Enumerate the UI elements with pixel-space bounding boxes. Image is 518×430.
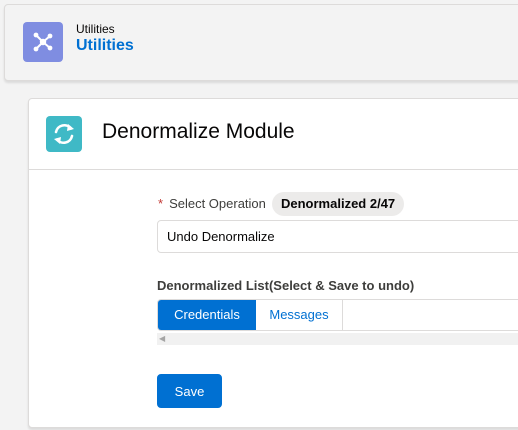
card-header: Denormalize Module <box>29 99 518 170</box>
select-operation-label: * Select Operation <box>158 196 266 211</box>
network-nodes-icon <box>23 22 63 62</box>
denormalized-list-label: Denormalized List(Select & Save to undo) <box>157 278 415 293</box>
denormalized-list-tabs: Credentials Messages <box>157 299 518 331</box>
denormalize-card: Denormalize Module * Select Operation Den… <box>28 98 518 428</box>
refresh-sync-icon <box>46 116 82 152</box>
operation-select[interactable]: Undo Denormalize <box>157 220 518 253</box>
horizontal-scrollbar[interactable]: ◀ <box>157 333 518 345</box>
select-operation-label-text: Select Operation <box>169 196 266 211</box>
tab-credentials[interactable]: Credentials <box>158 300 256 330</box>
save-button[interactable]: Save <box>157 374 222 408</box>
page-header: Utilities Utilities <box>4 4 518 81</box>
denormalized-count-badge: Denormalized 2/47 <box>272 192 405 216</box>
header-eyebrow: Utilities <box>76 22 115 36</box>
header-title: Utilities <box>76 37 134 54</box>
tab-messages[interactable]: Messages <box>256 300 343 330</box>
scroll-left-icon[interactable]: ◀ <box>159 334 165 343</box>
required-marker: * <box>158 196 164 211</box>
module-title: Denormalize Module <box>102 120 295 143</box>
